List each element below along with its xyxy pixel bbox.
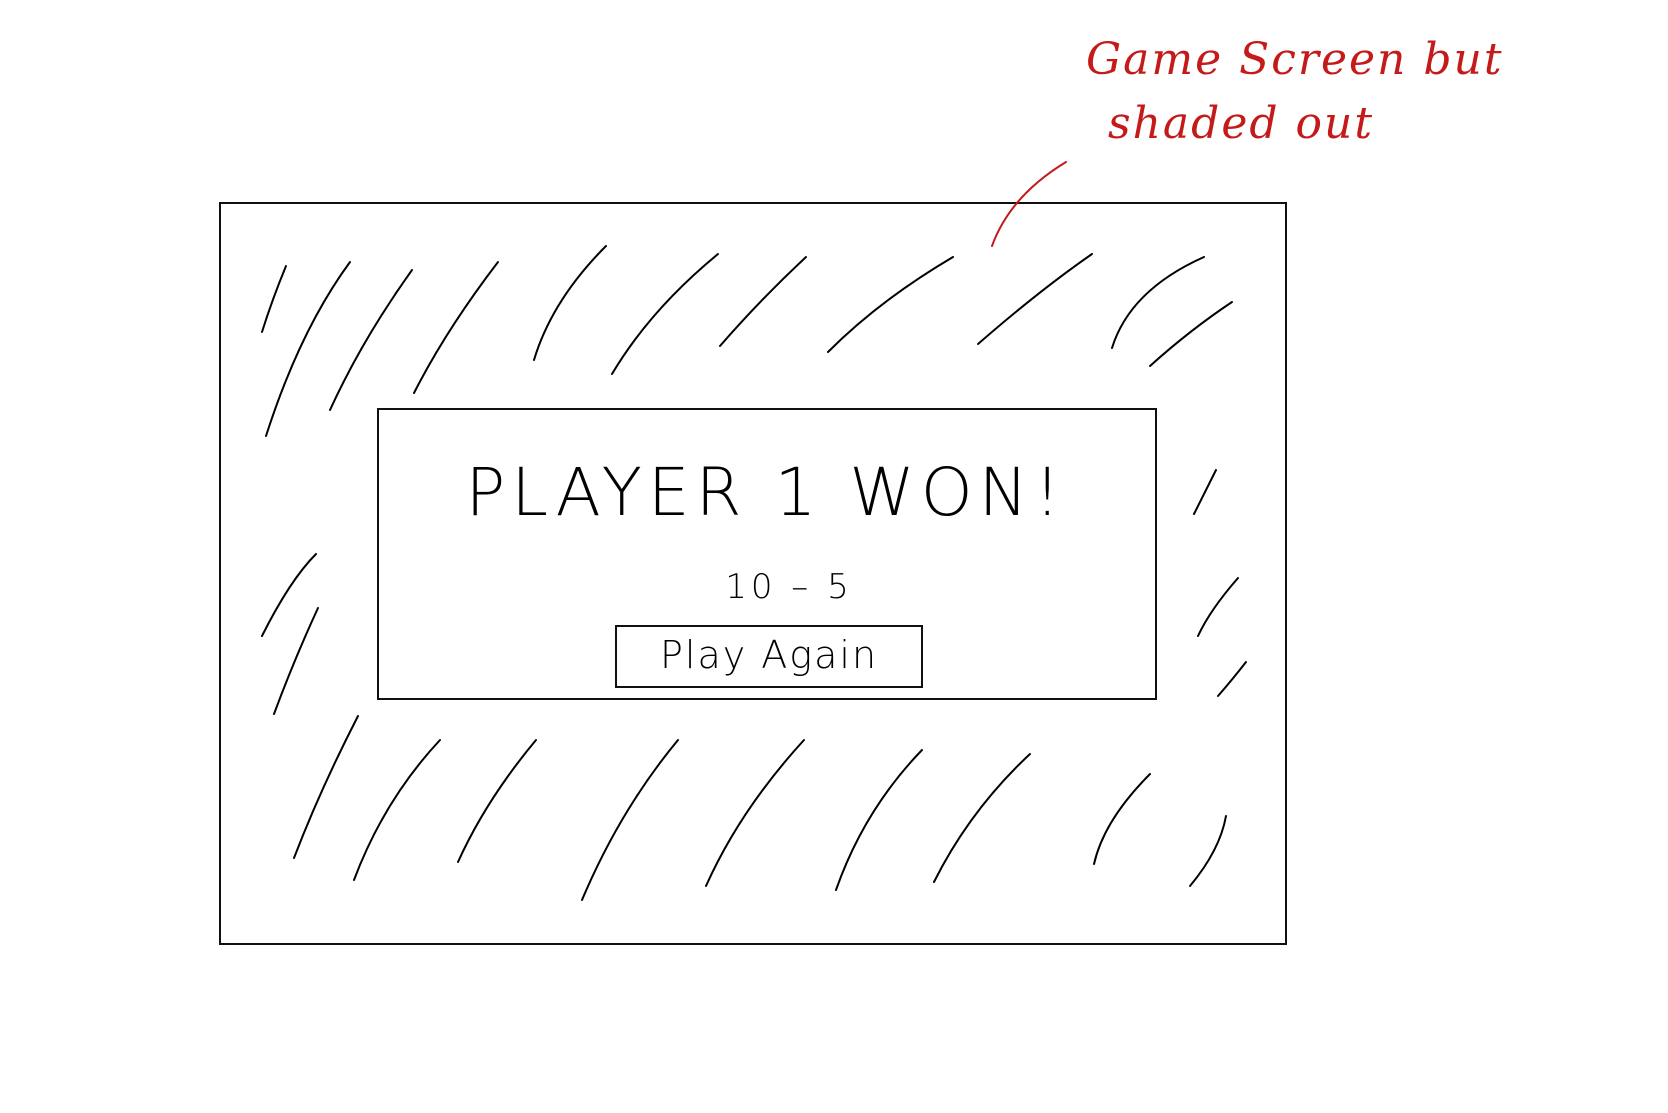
- wireframe-sketch: PLAYER 1 WON! 10 – 5 Play Again Game Scr…: [219, 34, 1504, 945]
- play-again-button[interactable]: Play Again: [615, 625, 923, 688]
- annotation-line-1: Game Screen but: [1086, 34, 1504, 85]
- annotation-line-2: shaded out: [1108, 98, 1374, 149]
- win-title: PLAYER 1 WON!: [466, 454, 1067, 531]
- play-again-label: Play Again: [660, 633, 878, 677]
- final-score: 10 – 5: [725, 567, 853, 607]
